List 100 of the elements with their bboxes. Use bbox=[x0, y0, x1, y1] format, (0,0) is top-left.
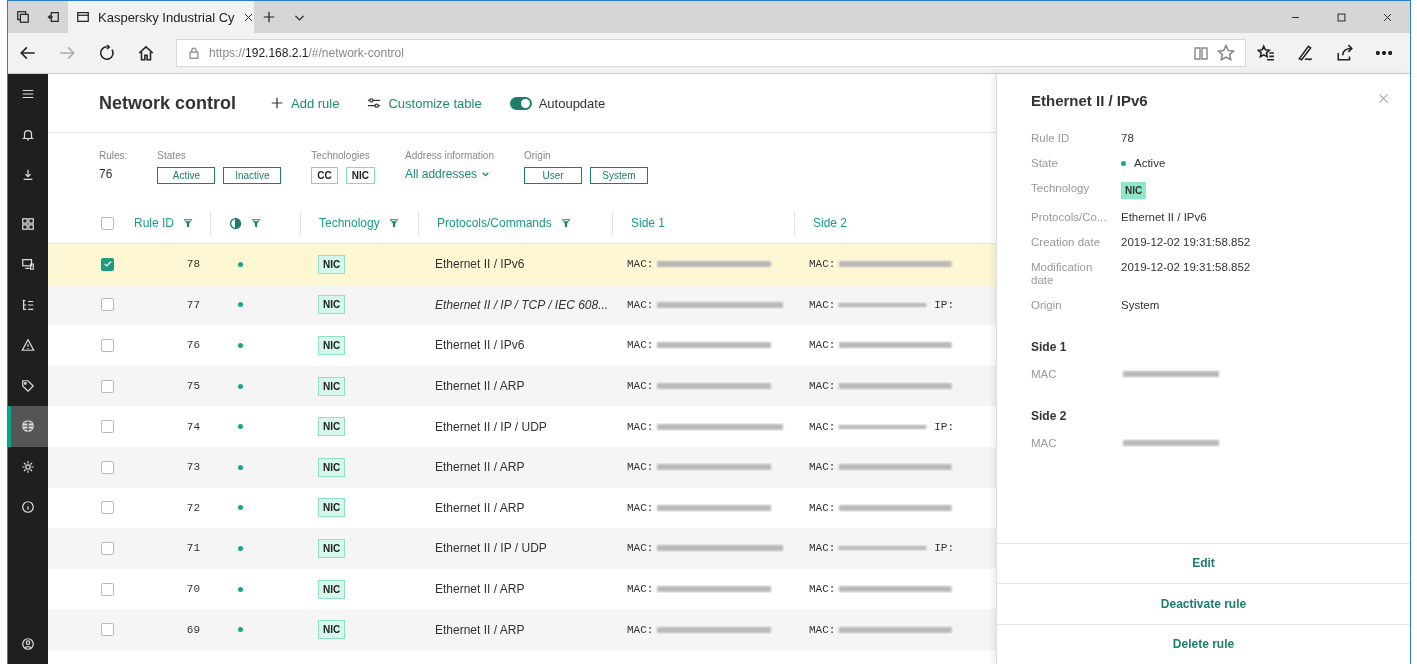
field-label: MAC bbox=[1031, 437, 1058, 450]
column-header[interactable]: Side 2 bbox=[794, 211, 954, 235]
table-row[interactable]: 77 NIC Ethernet II / IP / TCP / IEC 608... MAC: MAC: IP: bbox=[48, 284, 996, 326]
mac-label: MAC: bbox=[809, 420, 836, 433]
mac-label: MAC: bbox=[627, 420, 654, 433]
row-checkbox[interactable] bbox=[101, 257, 114, 271]
row-checkbox[interactable] bbox=[101, 339, 114, 352]
table-row[interactable]: 71 NIC Ethernet II / IP / UDP MAC: MAC: IP: bbox=[48, 528, 996, 569]
browser-tab[interactable]: Kaspersky Industrial Cy bbox=[68, 1, 254, 33]
dashboard-icon bbox=[21, 216, 35, 231]
row-checkbox[interactable] bbox=[101, 379, 114, 393]
mac-label: MAC: bbox=[627, 298, 654, 311]
rule-id: 76 bbox=[185, 339, 201, 352]
rule-id: 70 bbox=[185, 583, 201, 596]
table-row[interactable]: 75 NIC Ethernet II / ARP MAC: MAC: bbox=[48, 365, 996, 407]
field-label: Modification date bbox=[1031, 261, 1094, 287]
address-dropdown[interactable]: All addresses bbox=[405, 167, 494, 181]
column-header[interactable]: Protocols/Commands bbox=[418, 211, 612, 235]
protocol-text: Ethernet II / IPv6 bbox=[434, 338, 526, 353]
tree-icon bbox=[21, 297, 35, 312]
mac-label: MAC: bbox=[809, 380, 836, 393]
state-filter-chip[interactable]: Inactive bbox=[223, 167, 282, 184]
row-checkbox[interactable] bbox=[101, 298, 114, 312]
protocol-text: Ethernet II / ARP bbox=[434, 460, 526, 475]
origin-filter-chip[interactable]: User bbox=[524, 167, 582, 184]
column-header[interactable]: Technology bbox=[300, 211, 418, 235]
protocol-text: Ethernet II / IP / UDP bbox=[434, 419, 548, 434]
field-value: 2019-12-02 19:31:58.852 bbox=[1121, 261, 1251, 273]
rule-id: 74 bbox=[185, 420, 201, 433]
rule-id: 69 bbox=[185, 623, 201, 636]
mac-label: MAC: bbox=[627, 339, 654, 352]
technology-badge: NIC bbox=[318, 498, 346, 518]
rule-id: 78 bbox=[185, 258, 201, 271]
technology-badge: NIC bbox=[318, 254, 346, 274]
mac-label: MAC: bbox=[627, 623, 654, 636]
tag-icon bbox=[21, 378, 35, 393]
technology-badge: NIC bbox=[318, 457, 346, 477]
table-row[interactable]: 74 NIC Ethernet II / IP / UDP MAC: MAC: IP: bbox=[48, 406, 996, 447]
panel-action-button[interactable]: Edit bbox=[997, 542, 1410, 583]
row-checkbox[interactable] bbox=[101, 541, 114, 555]
mac-label: MAC: bbox=[809, 298, 836, 311]
rules-count: 76 bbox=[99, 167, 114, 181]
field-label: Origin bbox=[1031, 299, 1063, 312]
mac-label: MAC: bbox=[809, 339, 836, 352]
mac-label: MAC: bbox=[627, 380, 654, 393]
home-icon bbox=[137, 44, 156, 62]
table-row[interactable]: 78 NIC Ethernet II / IPv6 MAC: MAC: bbox=[48, 244, 996, 285]
maximize-icon bbox=[1335, 11, 1347, 23]
windows-icon bbox=[16, 10, 30, 24]
protocol-text: Ethernet II / IP / UDP bbox=[434, 541, 548, 556]
section-title: Side 2 bbox=[1031, 409, 1068, 423]
add-rule-button[interactable]: Add rule bbox=[270, 95, 340, 111]
sliders-icon bbox=[367, 96, 382, 110]
mac-label: MAC: bbox=[627, 583, 654, 596]
technology-filter-chip[interactable]: CC bbox=[311, 167, 338, 184]
address-bar[interactable]: https://192.168.2.1/#/network-control bbox=[176, 39, 1247, 67]
monitor-icon bbox=[21, 257, 35, 272]
protocol-text: Ethernet II / ARP bbox=[434, 622, 526, 637]
mac-label: MAC: bbox=[809, 623, 836, 636]
mac-label: MAC: bbox=[627, 258, 654, 271]
field-label: Rule ID bbox=[1031, 132, 1071, 145]
table-row[interactable]: 72 NIC Ethernet II / ARP MAC: MAC: bbox=[48, 487, 996, 529]
info-icon bbox=[21, 500, 35, 515]
column-header[interactable]: Rule ID bbox=[128, 211, 210, 235]
reading-view-icon bbox=[1193, 45, 1210, 61]
origin-filter-chip[interactable]: System bbox=[590, 167, 648, 184]
table-row[interactable]: 70 NIC Ethernet II / ARP MAC: MAC: bbox=[48, 568, 996, 610]
panel-action-button[interactable]: Delete rule bbox=[997, 623, 1410, 664]
technology-filter-chip[interactable]: NIC bbox=[345, 167, 376, 184]
select-all-checkbox[interactable] bbox=[101, 216, 114, 230]
table-row[interactable]: 69 NIC Ethernet II / ARP MAC: MAC: bbox=[48, 609, 996, 650]
autoupdate-toggle[interactable]: Autoupdate bbox=[509, 95, 606, 111]
technology-badge: NIC bbox=[318, 336, 346, 355]
rule-id: 77 bbox=[185, 298, 201, 311]
field-value: System bbox=[1121, 299, 1160, 311]
table-row[interactable]: 76 NIC Ethernet II / IPv6 MAC: MAC: bbox=[48, 325, 996, 366]
star-icon bbox=[1217, 44, 1236, 62]
technology-badge: NIC bbox=[318, 376, 346, 396]
field-value: 78 bbox=[1121, 132, 1134, 144]
row-checkbox[interactable] bbox=[101, 623, 114, 637]
row-checkbox[interactable] bbox=[101, 582, 114, 596]
forward-arrow-icon bbox=[58, 44, 77, 62]
panel-action-button[interactable]: Deactivate rule bbox=[997, 583, 1410, 624]
ip-label: IP: bbox=[934, 420, 954, 433]
protocol-text: Ethernet II / ARP bbox=[434, 379, 526, 394]
state-filter-chip[interactable]: Active bbox=[157, 167, 216, 184]
technology-badge: NIC bbox=[318, 538, 346, 558]
page-title: Network control bbox=[99, 92, 236, 114]
close-button[interactable] bbox=[1377, 92, 1390, 105]
ip-label: IP: bbox=[934, 542, 954, 555]
row-checkbox[interactable] bbox=[101, 501, 114, 515]
row-checkbox[interactable] bbox=[101, 420, 114, 434]
ip-label: IP: bbox=[934, 298, 954, 311]
customize-table-button[interactable]: Customize table bbox=[367, 95, 482, 111]
field-label: State bbox=[1031, 157, 1059, 170]
gear-icon bbox=[21, 459, 35, 474]
table-row[interactable]: 73 NIC Ethernet II / ARP MAC: MAC: bbox=[48, 446, 996, 488]
plus-icon bbox=[270, 96, 284, 110]
column-header[interactable]: Side 1 bbox=[612, 211, 794, 235]
row-checkbox[interactable] bbox=[101, 460, 114, 474]
